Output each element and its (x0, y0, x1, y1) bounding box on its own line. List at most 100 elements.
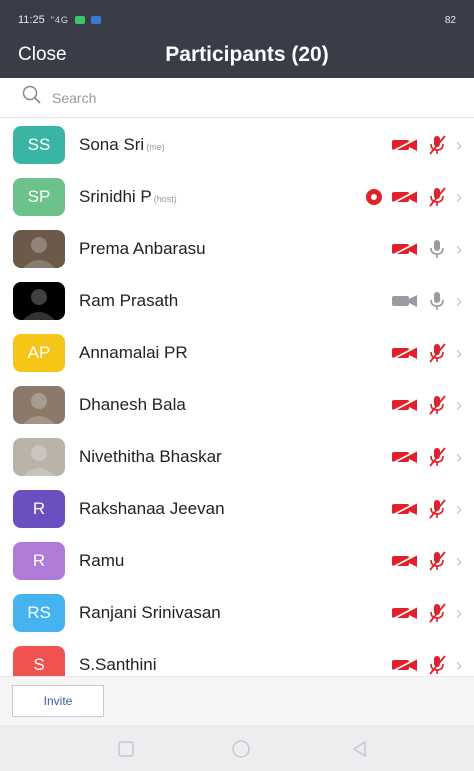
avatar-initials: SS (27, 135, 51, 154)
chevron-right-icon[interactable]: › (456, 499, 462, 520)
avatar-initials: RS (27, 603, 51, 622)
participant-name-wrap: Sona Sri (me) (79, 119, 165, 171)
avatar (13, 386, 65, 424)
video-off-icon (390, 241, 420, 257)
participant-name: Dhanesh Bala (79, 395, 186, 414)
mic-muted-icon (426, 342, 448, 364)
participant-status-icons: › (390, 119, 462, 171)
mic-muted-icon (426, 550, 448, 572)
participant-role-tag: (host) (153, 193, 177, 204)
avatar: R (13, 490, 65, 528)
participant-status-icons: › (390, 587, 462, 639)
chevron-right-icon[interactable]: › (456, 551, 462, 572)
chevron-right-icon[interactable]: › (456, 135, 462, 156)
chevron-right-icon[interactable]: › (456, 343, 462, 364)
participant-status-icons: › (390, 275, 462, 327)
avatar: R (13, 542, 65, 580)
participant-row[interactable]: RS Ranjani Srinivasan › (0, 587, 474, 639)
status-bar: 11:25 "4G 82 (18, 10, 456, 30)
participant-row[interactable]: SP Srinidhi P (host) › (0, 171, 474, 223)
chevron-right-icon[interactable]: › (456, 655, 462, 676)
participant-status-icons: › (390, 431, 462, 483)
participant-name: Ramu (79, 551, 125, 570)
video-off-icon (390, 449, 420, 465)
invite-button[interactable]: Invite (12, 685, 104, 717)
participant-status-icons: › (390, 483, 462, 535)
video-off-icon (390, 137, 420, 153)
mic-on-icon (426, 238, 448, 260)
participant-name: Rakshanaa Jeevan (79, 499, 225, 518)
avatar-initials: S (33, 655, 45, 674)
participant-name: Annamalai PR (79, 343, 188, 362)
video-off-icon (390, 501, 420, 517)
signal-icon: "4G (50, 15, 69, 25)
avatar (13, 438, 65, 476)
participant-name: Srinidhi P (79, 187, 152, 206)
mic-muted-icon (426, 446, 448, 468)
participant-status-icons: › (364, 171, 462, 223)
video-off-icon (390, 605, 420, 621)
participant-row[interactable]: R Ramu › (0, 535, 474, 587)
battery-indicator: 82 (444, 14, 456, 26)
avatar: SP (13, 178, 65, 216)
avatar (13, 230, 65, 268)
participant-status-icons: › (390, 535, 462, 587)
participant-status-icons: › (390, 639, 462, 676)
participant-name-wrap: Dhanesh Bala (79, 379, 186, 431)
participant-status-icons: › (390, 327, 462, 379)
back-icon[interactable] (350, 739, 370, 764)
avatar: S (13, 646, 65, 676)
participant-role-tag: (me) (146, 141, 165, 152)
chevron-right-icon[interactable]: › (456, 291, 462, 312)
participant-row[interactable]: R Rakshanaa Jeevan › (0, 483, 474, 535)
chevron-right-icon[interactable]: › (456, 603, 462, 624)
avatar-initials: R (32, 551, 46, 570)
mic-muted-icon (426, 394, 448, 416)
avatar (13, 282, 65, 320)
video-off-icon (390, 189, 420, 205)
participant-row[interactable]: Nivethitha Bhaskar › (0, 431, 474, 483)
mic-muted-icon (426, 654, 448, 676)
participant-name-wrap: Prema Anbarasu (79, 223, 206, 275)
recent-apps-icon[interactable] (116, 739, 136, 764)
top-header: 11:25 "4G 82 Close Participants (20) (0, 0, 474, 78)
participant-list[interactable]: SS Sona Sri (me) › SP Srinidhi P (host) › Prema … (0, 119, 474, 676)
search-bar[interactable] (0, 78, 474, 118)
participant-name-wrap: Nivethitha Bhaskar (79, 431, 222, 483)
mic-on-icon (426, 290, 448, 312)
participant-row[interactable]: SS Sona Sri (me) › (0, 119, 474, 171)
chevron-right-icon[interactable]: › (456, 187, 462, 208)
chevron-right-icon[interactable]: › (456, 447, 462, 468)
search-input[interactable] (52, 89, 432, 106)
chevron-right-icon[interactable]: › (456, 395, 462, 416)
avatar-initials: SP (27, 187, 51, 206)
notification-icon (74, 16, 85, 24)
participant-row[interactable]: S S.Santhini › (0, 639, 474, 676)
participant-row[interactable]: Prema Anbarasu › (0, 223, 474, 275)
chevron-right-icon[interactable]: › (456, 239, 462, 260)
bottom-bar: Invite (0, 676, 474, 771)
participant-name-wrap: Ranjani Srinivasan (79, 587, 221, 639)
mic-muted-icon (426, 186, 448, 208)
participant-name-wrap: Ramu (79, 535, 124, 587)
participant-status-icons: › (390, 223, 462, 275)
participant-name-wrap: Rakshanaa Jeevan (79, 483, 225, 535)
avatar: RS (13, 594, 65, 632)
avatar-initials: AP (27, 343, 51, 362)
participant-row[interactable]: AP Annamalai PR › (0, 327, 474, 379)
participant-name-wrap: Annamalai PR (79, 327, 188, 379)
participant-name-wrap: S.Santhini (79, 639, 157, 676)
participant-row[interactable]: Ram Prasath › (0, 275, 474, 327)
participant-status-icons: › (390, 379, 462, 431)
participant-name-wrap: Srinidhi P (host) (79, 171, 177, 223)
avatar-initials: R (32, 499, 46, 518)
message-icon (90, 16, 101, 24)
home-icon[interactable] (229, 739, 253, 764)
participant-name-wrap: Ram Prasath (79, 275, 178, 327)
mic-muted-icon (426, 602, 448, 624)
participant-row[interactable]: Dhanesh Bala › (0, 379, 474, 431)
participant-name: Ram Prasath (79, 291, 179, 310)
video-off-icon (390, 657, 420, 673)
avatar: AP (13, 334, 65, 372)
video-off-icon (390, 345, 420, 361)
